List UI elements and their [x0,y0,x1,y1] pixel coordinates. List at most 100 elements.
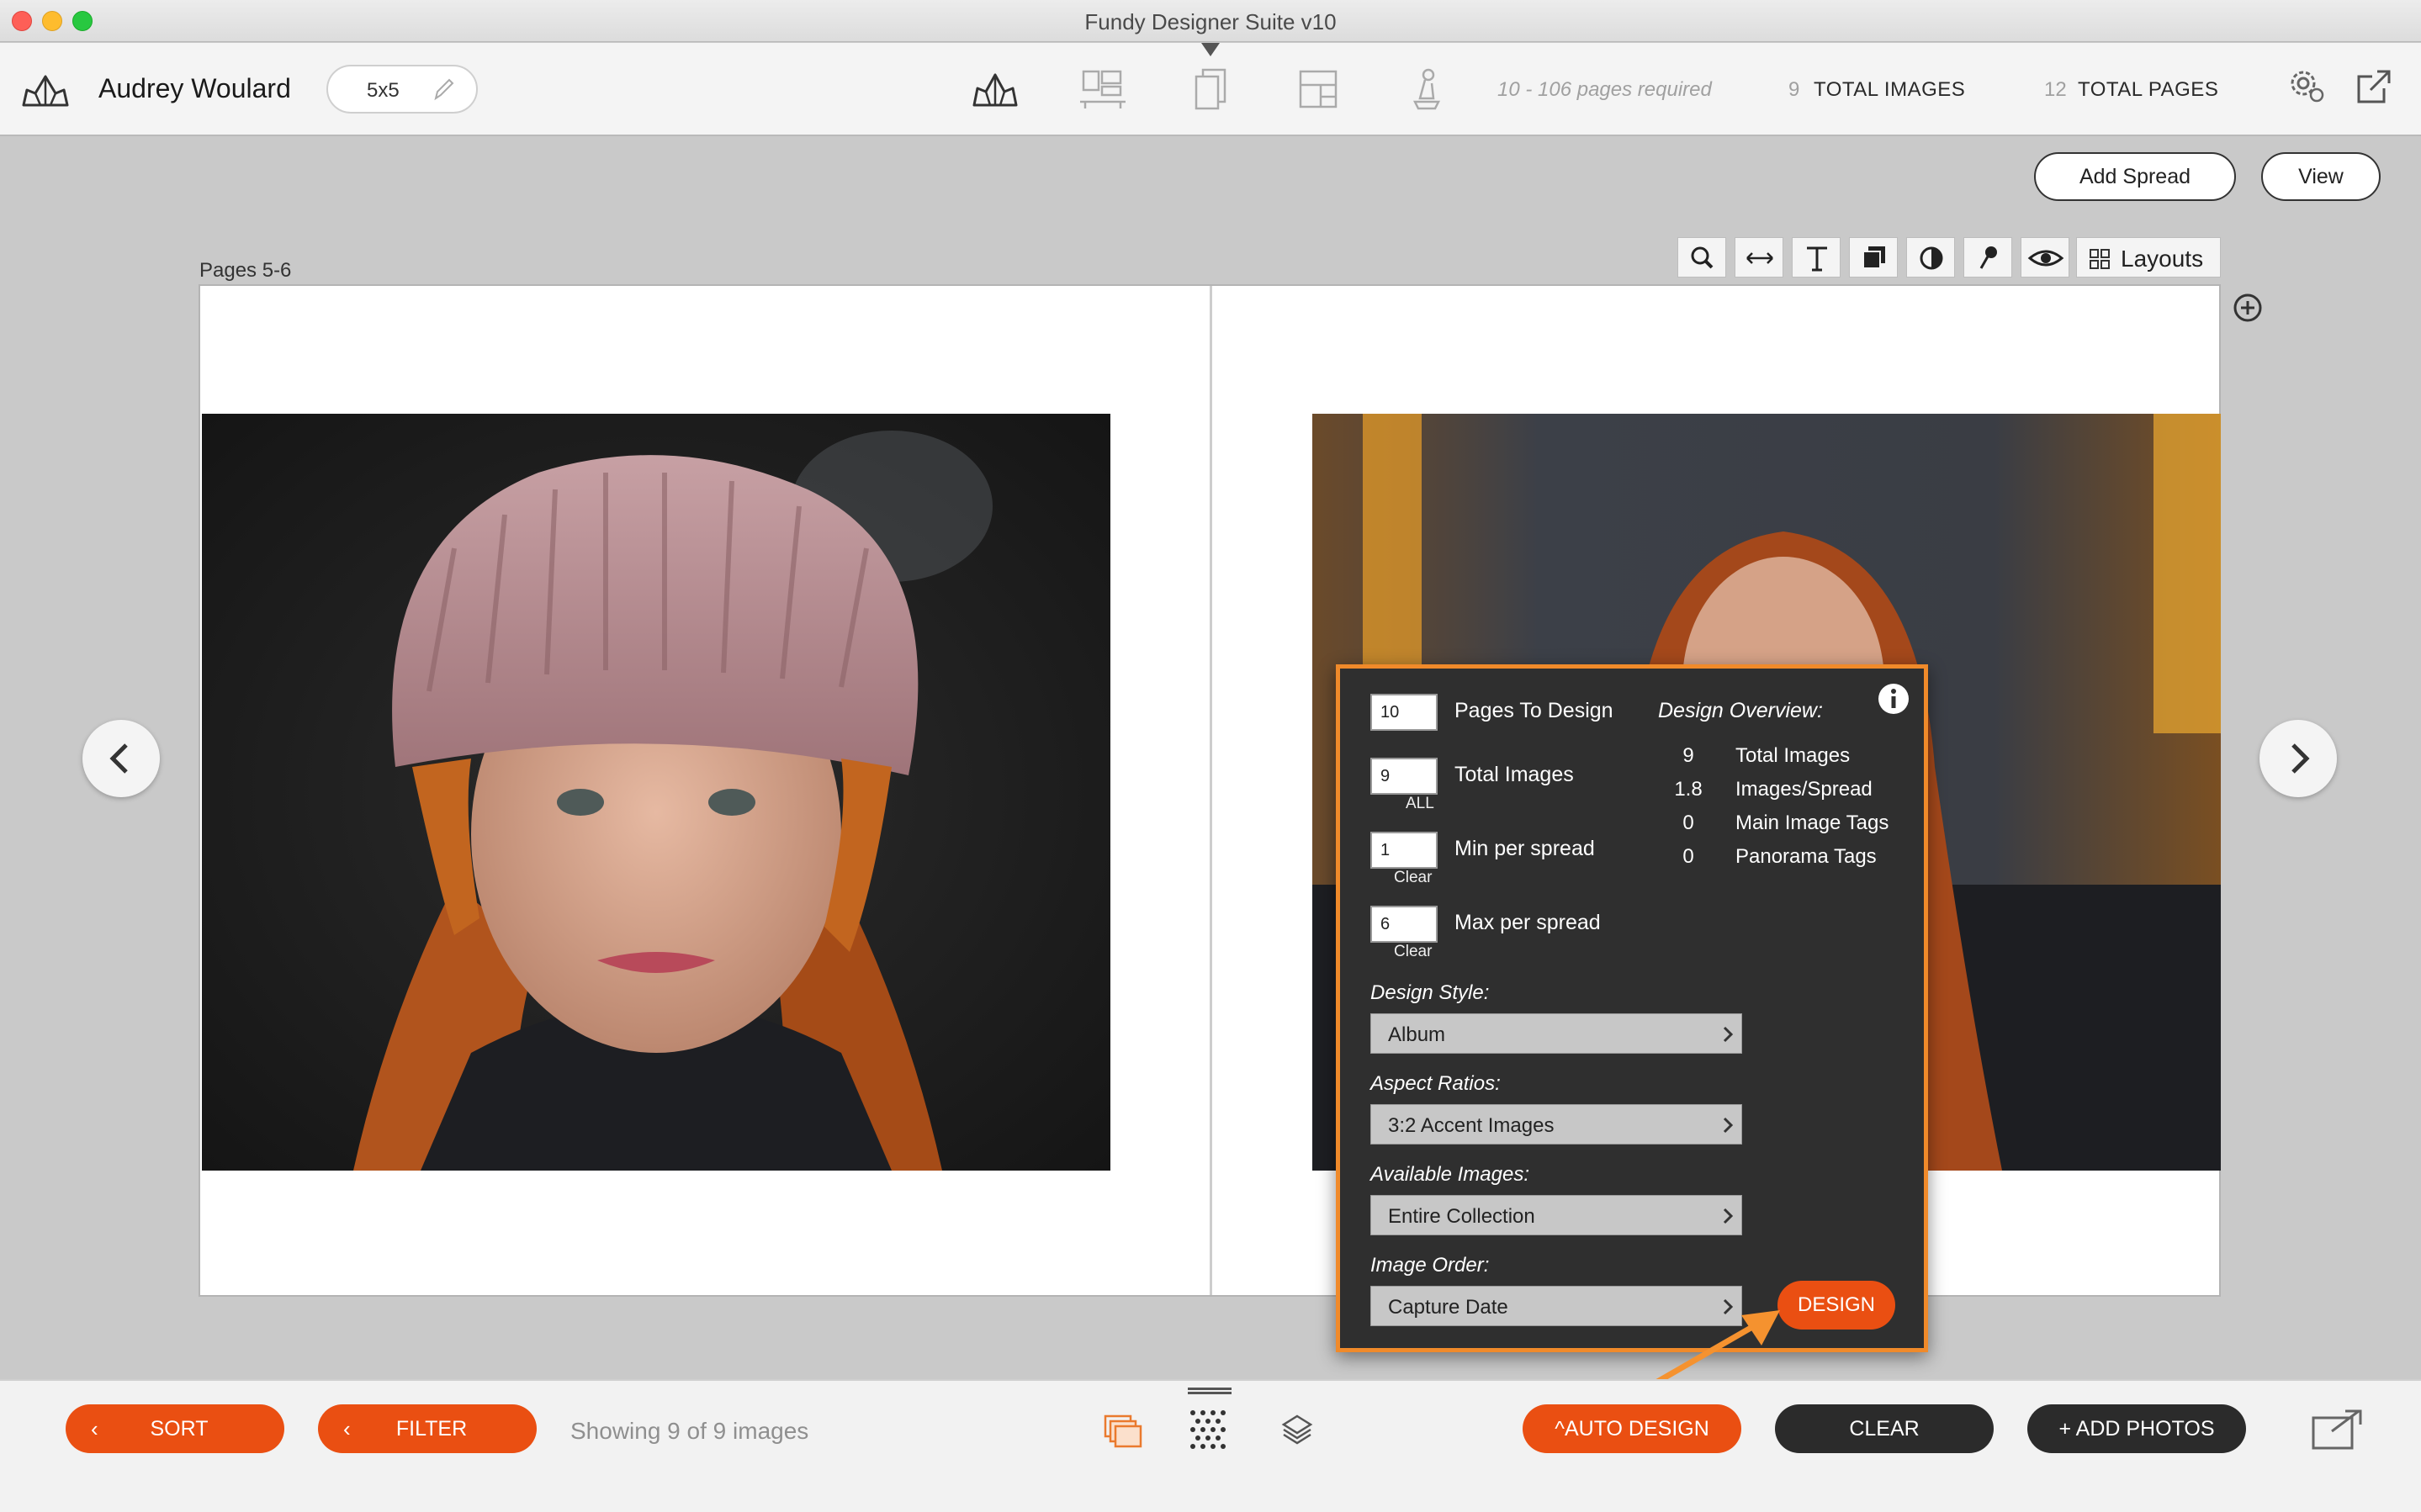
color-button[interactable] [1906,237,1955,278]
active-module-pointer [1201,43,1220,56]
overview-images-per-spread-value: 1.8 [1674,778,1703,801]
overview-panorama-tags-label: Panorama Tags [1735,845,1877,868]
image-order-label: Image Order: [1370,1254,1490,1277]
total-images-field-label: Total Images [1454,763,1574,786]
clear-button[interactable]: CLEAR [1775,1404,1994,1453]
view-button[interactable]: View [2261,152,2381,201]
pin-button[interactable] [1963,237,2012,278]
total-pages-label: TOTAL PAGES [2078,78,2219,101]
pop-out-icon[interactable] [2308,1404,2367,1453]
add-spread-button[interactable]: Add Spread [2034,152,2236,201]
overview-main-tags-value: 0 [1682,812,1694,834]
album-size-selector[interactable]: 5x5 [326,65,478,114]
auto-design-panel: 10 Pages To Design 9 Total Images ALL 1 … [1336,664,1928,1352]
title-bar: Fundy Designer Suite v10 [0,0,2421,42]
panel-drag-handle[interactable] [1188,1388,1232,1394]
available-images-select[interactable]: Entire Collection [1370,1195,1742,1235]
overview-images-per-spread-label: Images/Spread [1735,778,1873,801]
main-toolbar: Audrey Woulard 5x5 10 - 106 pages requir… [0,43,2421,136]
chevron-right-icon [2291,743,2310,774]
pages-to-design-input[interactable]: 10 [1370,694,1438,731]
spread-spine [1210,286,1212,1295]
max-per-spread-input[interactable]: 6 [1370,906,1438,943]
overview-panorama-tags-value: 0 [1682,845,1694,868]
add-circle-icon[interactable] [2231,291,2265,325]
auto-design-label: AUTO DESIGN [1564,1417,1709,1441]
pages-required-text: 10 - 106 pages required [1497,78,1712,101]
bottom-bar: ‹ SORT ‹ FILTER Showing 9 of 9 images ^A… [0,1379,2421,1512]
layouts-label: Layouts [2121,246,2204,272]
filter-button[interactable]: ‹ FILTER [318,1404,537,1453]
sort-button[interactable]: ‹ SORT [66,1404,284,1453]
wall-art-icon[interactable] [1077,65,1129,114]
export-icon[interactable] [2352,65,2396,108]
proofing-icon[interactable] [1184,65,1237,114]
pencil-icon [434,78,454,101]
chevron-right-icon [1723,1026,1734,1043]
design-style-label: Design Style: [1370,981,1490,1004]
fundy-logo-icon[interactable] [19,68,72,112]
text-button[interactable] [1792,237,1841,278]
design-style-value: Album [1388,1023,1446,1046]
color-icon [1920,246,1943,270]
portrait-photo-left[interactable] [202,414,1110,1171]
spread-pages-label: Pages 5-6 [199,259,292,282]
image-stack-icon[interactable] [1099,1406,1146,1453]
eye-icon [2027,250,2064,267]
preview-button[interactable] [2021,237,2069,278]
available-images-value: Entire Collection [1388,1205,1535,1228]
min-per-spread-input[interactable]: 1 [1370,832,1438,869]
max-clear-link[interactable]: Clear [1394,943,1432,961]
chevron-right-icon [1723,1208,1734,1224]
total-images-input[interactable]: 9 [1370,758,1438,795]
max-per-spread-label: Max per spread [1454,911,1601,934]
overview-total-images-label: Total Images [1735,744,1851,767]
swap-icon [1746,252,1773,264]
auto-design-button[interactable]: ^AUTO DESIGN [1523,1404,1741,1453]
info-icon[interactable] [1875,680,1912,717]
album-designer-icon[interactable] [969,65,1021,114]
layer-icon [1862,246,1885,269]
total-pages-count: 12 [2044,78,2067,101]
previous-spread-button[interactable] [82,720,160,797]
chevron-right-icon [1723,1117,1734,1134]
pin-icon [1979,246,1997,269]
grid-view-icon[interactable] [1186,1406,1233,1453]
aspect-ratios-select[interactable]: 3:2 Accent Images [1370,1104,1742,1145]
aspect-ratios-label: Aspect Ratios: [1370,1072,1501,1095]
uploader-icon[interactable] [1400,65,1452,114]
layer-button[interactable] [1849,237,1898,278]
chevron-left-icon [109,743,128,774]
overview-main-tags-label: Main Image Tags [1735,812,1889,834]
cards-icon[interactable] [1292,65,1344,114]
zoom-icon [1691,246,1714,269]
all-images-link[interactable]: ALL [1406,795,1434,813]
next-spread-button[interactable] [2259,720,2337,797]
min-per-spread-label: Min per spread [1454,837,1595,860]
available-images-label: Available Images: [1370,1163,1529,1186]
add-photos-button[interactable]: + ADD PHOTOS [2027,1404,2246,1453]
settings-icon[interactable] [2285,65,2328,108]
window-title: Fundy Designer Suite v10 [1084,9,1337,34]
min-clear-link[interactable]: Clear [1394,869,1432,887]
sort-label: SORT [150,1417,209,1441]
total-images-count: 9 [1788,78,1800,101]
album-size-label: 5x5 [367,79,400,102]
design-overview-title: Design Overview: [1658,699,1823,722]
filter-label: FILTER [395,1417,468,1441]
chevron-up-icon: ^ [1555,1417,1565,1441]
design-style-select[interactable]: Album [1370,1013,1742,1054]
zoom-button[interactable] [1677,237,1726,278]
client-name: Audrey Woulard [98,73,291,103]
aspect-ratios-value: 3:2 Accent Images [1388,1114,1555,1137]
layouts-button[interactable]: Layouts [2076,237,2221,278]
pages-to-design-label: Pages To Design [1454,699,1613,722]
total-images-label: TOTAL IMAGES [1814,78,1966,101]
layers-icon[interactable] [1274,1406,1321,1453]
text-icon [1807,246,1827,272]
showing-images-text: Showing 9 of 9 images [570,1418,809,1444]
image-order-value: Capture Date [1388,1296,1508,1319]
layouts-grid-icon [2090,249,2110,269]
swap-button[interactable] [1735,237,1783,278]
overview-total-images-value: 9 [1682,744,1694,767]
